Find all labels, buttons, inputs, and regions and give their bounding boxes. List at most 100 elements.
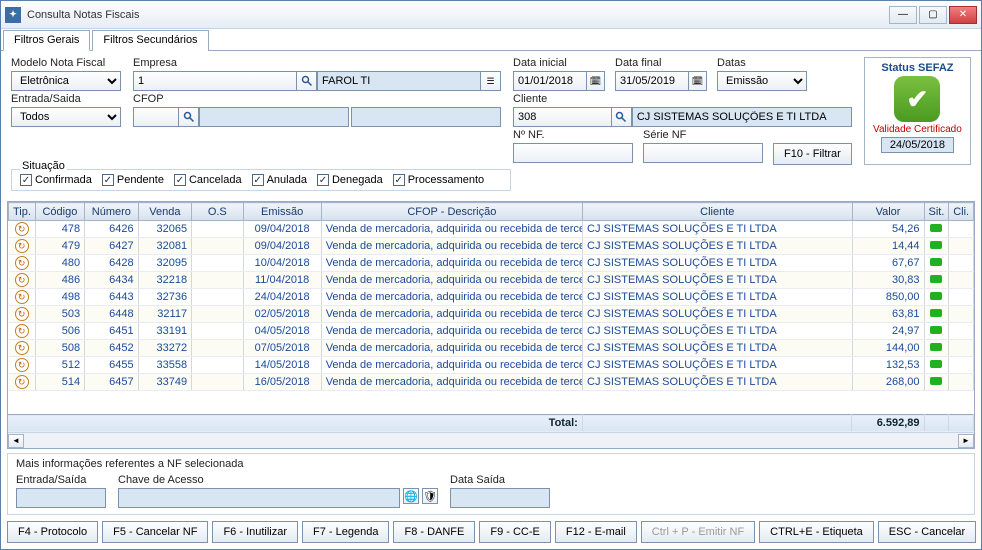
col-venda[interactable]: Venda [138, 203, 191, 221]
detail-data-saida-value [450, 488, 550, 508]
shield-icon[interactable]: 🛡 [422, 488, 438, 504]
cell-valor: 30,83 [852, 272, 924, 289]
table-row[interactable]: ↻48664343221811/04/2018Venda de mercador… [9, 272, 974, 289]
filtrar-button[interactable]: F10 - Filtrar [773, 143, 852, 165]
col-emissao[interactable]: Emissão [243, 203, 321, 221]
cell-codigo: 512 [35, 357, 84, 374]
empresa-extra-button[interactable]: ☰ [481, 71, 501, 91]
tab-filtros-gerais[interactable]: Filtros Gerais [3, 30, 90, 51]
chk-anulada[interactable]: ✓Anulada [252, 174, 307, 186]
status-dot-icon [930, 275, 942, 283]
entrada-saida-select[interactable]: Todos [11, 107, 121, 127]
scroll-right-button[interactable]: ► [958, 434, 974, 448]
status-dot-icon [930, 241, 942, 249]
table-row[interactable]: ↻50864523327207/05/2018Venda de mercador… [9, 340, 974, 357]
data-final-input[interactable] [615, 71, 689, 91]
cell-emissao: 02/05/2018 [243, 306, 321, 323]
chk-processamento[interactable]: ✓Processamento [393, 174, 484, 186]
f6-inutilizar-button[interactable]: F6 - Inutilizar [212, 521, 298, 543]
chk-denegada[interactable]: ✓Denegada [317, 174, 383, 186]
cfop-lookup-button[interactable] [179, 107, 199, 127]
tab-filtros-secundarios[interactable]: Filtros Secundários [92, 30, 208, 51]
cell-codigo: 508 [35, 340, 84, 357]
empresa-code-input[interactable] [133, 71, 297, 91]
ie-icon[interactable]: 🌐 [403, 488, 419, 504]
col-os[interactable]: O.S [192, 203, 243, 221]
status-dot-icon [930, 360, 942, 368]
table-row[interactable]: ↻51264553355814/05/2018Venda de mercador… [9, 357, 974, 374]
f7-legenda-button[interactable]: F7 - Legenda [302, 521, 389, 543]
row-type-icon: ↻ [15, 324, 29, 338]
table-row[interactable]: ↻51464573374916/05/2018Venda de mercador… [9, 374, 974, 391]
cliente-code-input[interactable] [513, 107, 612, 127]
ctrlp-emitir-nf-button[interactable]: Ctrl + P - Emitir NF [641, 521, 755, 543]
cell-valor: 24,97 [852, 323, 924, 340]
col-codigo[interactable]: Código [35, 203, 84, 221]
empresa-lookup-button[interactable] [297, 71, 317, 91]
titlebar[interactable]: ✦ Consulta Notas Fiscais — ▢ ✕ [1, 1, 981, 29]
table-row[interactable]: ↻48064283209510/04/2018Venda de mercador… [9, 255, 974, 272]
f8-danfe-button[interactable]: F8 - DANFE [393, 521, 475, 543]
f9-cce-button[interactable]: F9 - CC-E [479, 521, 551, 543]
cliente-lookup-button[interactable] [612, 107, 632, 127]
f12-email-button[interactable]: F12 - E-mail [555, 521, 637, 543]
cell-cliente: CJ SISTEMAS SOLUÇÕES E TI LTDA [583, 221, 853, 238]
datas-select[interactable]: Emissão [717, 71, 807, 91]
chk-cancelada[interactable]: ✓Cancelada [174, 174, 242, 186]
chk-pendente[interactable]: ✓Pendente [102, 174, 164, 186]
cell-codigo: 480 [35, 255, 84, 272]
row-type-icon: ↻ [15, 290, 29, 304]
cfop-code-input[interactable] [133, 107, 179, 127]
detail-chave-value [118, 488, 400, 508]
modelo-select[interactable]: Eletrônica [11, 71, 121, 91]
status-ok-icon: ✔ [894, 76, 940, 122]
minimize-button[interactable]: — [889, 6, 917, 24]
total-value: 6.592,89 [852, 415, 924, 432]
table-row[interactable]: ↻50664513319104/05/2018Venda de mercador… [9, 323, 974, 340]
row-type-icon: ↻ [15, 341, 29, 355]
serie-input[interactable] [643, 143, 763, 163]
table-row[interactable]: ↻50364483211702/05/2018Venda de mercador… [9, 306, 974, 323]
table-row[interactable]: ↻47864263206509/04/2018Venda de mercador… [9, 221, 974, 238]
cell-cli [949, 374, 974, 391]
col-sit[interactable]: Sit. [924, 203, 949, 221]
cell-valor: 54,26 [852, 221, 924, 238]
col-cfop[interactable]: CFOP - Descrição [321, 203, 582, 221]
maximize-button[interactable]: ▢ [919, 6, 947, 24]
data-final-calendar-button[interactable]: 🗓 [689, 71, 707, 91]
cell-emissao: 14/05/2018 [243, 357, 321, 374]
results-grid[interactable]: Tip. Código Número Venda O.S Emissão CFO… [8, 202, 974, 391]
horizontal-scrollbar[interactable]: ◄ ► [8, 432, 974, 448]
scroll-left-button[interactable]: ◄ [8, 434, 24, 448]
data-inicial-input[interactable] [513, 71, 587, 91]
status-dot-icon [930, 377, 942, 385]
detail-data-saida-label: Data Saída [450, 474, 550, 486]
status-dot-icon [930, 326, 942, 334]
col-numero[interactable]: Número [85, 203, 138, 221]
cell-cliente: CJ SISTEMAS SOLUÇÕES E TI LTDA [583, 357, 853, 374]
nnf-input[interactable] [513, 143, 633, 163]
totals-row: Total: 6.592,89 [8, 415, 974, 432]
col-valor[interactable]: Valor [852, 203, 924, 221]
cell-venda: 32065 [138, 221, 191, 238]
col-tip[interactable]: Tip. [9, 203, 36, 221]
chk-confirmada[interactable]: ✓Confirmada [20, 174, 92, 186]
cell-cfop: Venda de mercadoria, adquirida ou recebi… [321, 323, 582, 340]
table-row[interactable]: ↻47964273208109/04/2018Venda de mercador… [9, 238, 974, 255]
col-cli[interactable]: Cli. [949, 203, 974, 221]
cell-venda: 32218 [138, 272, 191, 289]
cell-venda: 32095 [138, 255, 191, 272]
cell-venda: 32736 [138, 289, 191, 306]
cell-cliente: CJ SISTEMAS SOLUÇÕES E TI LTDA [583, 272, 853, 289]
ctrle-etiqueta-button[interactable]: CTRL+E - Etiqueta [759, 521, 874, 543]
table-row[interactable]: ↻49864433273624/04/2018Venda de mercador… [9, 289, 974, 306]
f5-cancelar-nf-button[interactable]: F5 - Cancelar NF [102, 521, 208, 543]
cell-codigo: 503 [35, 306, 84, 323]
data-inicial-calendar-button[interactable]: 🗓 [587, 71, 605, 91]
f4-protocolo-button[interactable]: F4 - Protocolo [7, 521, 98, 543]
empresa-label: Empresa [133, 57, 501, 69]
esc-cancelar-button[interactable]: ESC - Cancelar [878, 521, 976, 543]
close-button[interactable]: ✕ [949, 6, 977, 24]
col-cliente[interactable]: Cliente [583, 203, 853, 221]
row-type-icon: ↻ [15, 358, 29, 372]
